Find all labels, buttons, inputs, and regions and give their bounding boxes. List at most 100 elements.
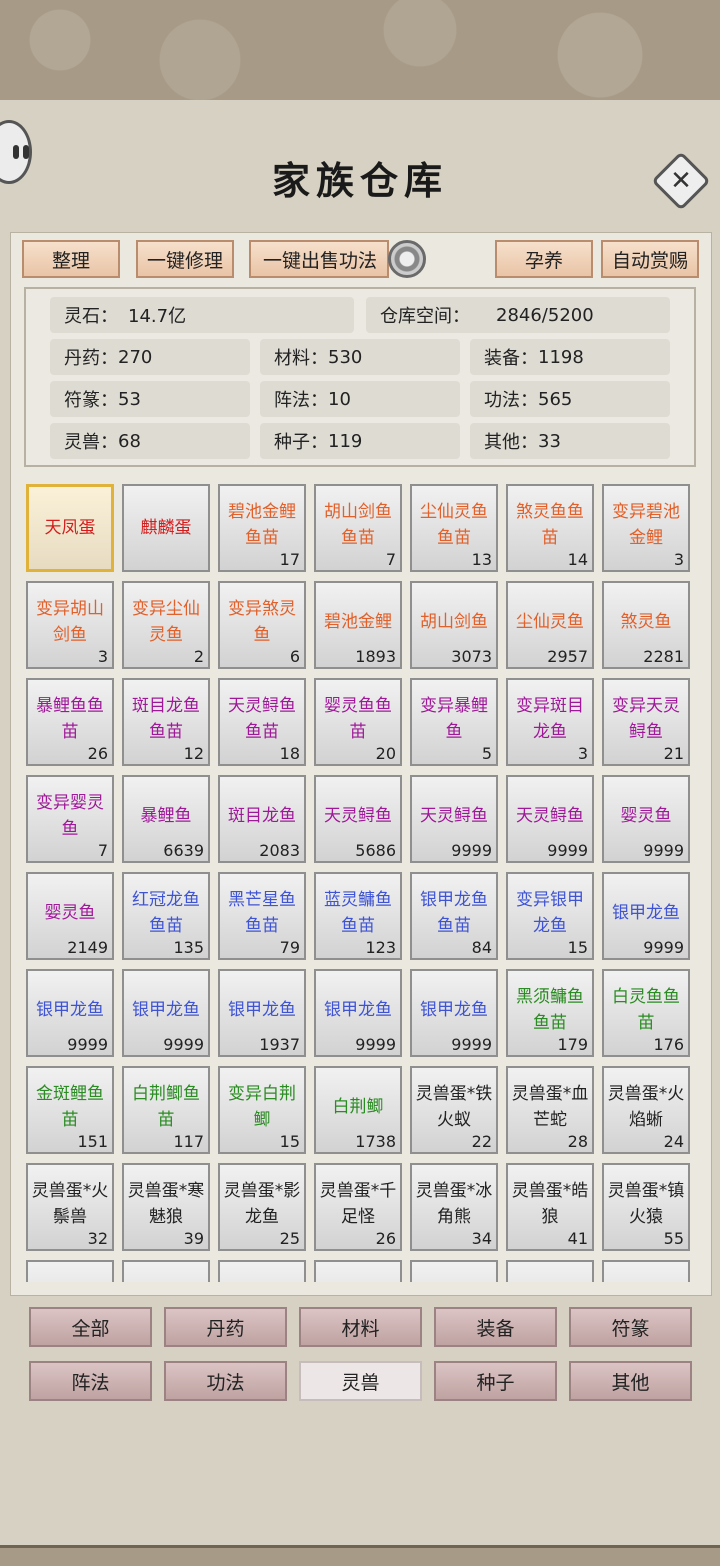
stat-label: 仓库空间： [380,306,470,327]
item-slot-partial[interactable] [26,1260,114,1282]
auto-reward-button[interactable]: 自动赏赐 [601,240,699,278]
item-slot[interactable]: 灵兽蛋*火焰蜥 24 [602,1066,690,1154]
item-slot-partial[interactable] [218,1260,306,1282]
item-slot[interactable]: 暴鲤鱼鱼苗 26 [26,678,114,766]
item-name: 尘仙灵鱼 [516,612,584,632]
item-slot[interactable]: 灵兽蛋*血芒蛇 28 [506,1066,594,1154]
repair-all-button[interactable]: 一键修理 [136,240,234,278]
item-slot[interactable]: 天灵鲟鱼 9999 [506,775,594,863]
item-grid: 天凤蛋 麒麟蛋 碧池金鲤鱼苗 17 胡山剑鱼鱼苗 7 尘仙灵鱼鱼苗 13 煞灵鱼鱼苗 14 变异碧池… [26,484,694,1282]
item-slot[interactable]: 碧池金鲤 1893 [314,581,402,669]
item-slot[interactable]: 尘仙灵鱼鱼苗 13 [410,484,498,572]
item-slot[interactable]: 斑目龙鱼鱼苗 12 [122,678,210,766]
tab-3[interactable]: 装备 [434,1307,557,1347]
item-slot[interactable]: 变异白荆鲫 15 [218,1066,306,1154]
tab-6[interactable]: 功法 [164,1361,287,1401]
item-slot[interactable]: 婴灵鱼 2149 [26,872,114,960]
item-name: 银甲龙鱼 [420,1000,488,1020]
item-slot[interactable]: 天灵鲟鱼 5686 [314,775,402,863]
item-count: 5686 [355,841,396,860]
item-slot[interactable]: 煞灵鱼 2281 [602,581,690,669]
item-count: 179 [557,1035,588,1054]
item-slot[interactable]: 灵兽蛋*影龙鱼 25 [218,1163,306,1251]
item-slot[interactable]: 银甲龙鱼 9999 [602,872,690,960]
item-slot[interactable]: 灵兽蛋*镇火猿 55 [602,1163,690,1251]
item-slot[interactable]: 胡山剑鱼鱼苗 7 [314,484,402,572]
item-slot[interactable]: 变异胡山剑鱼 3 [26,581,114,669]
tab-1[interactable]: 丹药 [164,1307,287,1347]
item-slot[interactable]: 暴鲤鱼 6639 [122,775,210,863]
item-slot-partial[interactable] [602,1260,690,1282]
item-slot[interactable]: 婴灵鱼 9999 [602,775,690,863]
item-slot[interactable]: 婴灵鱼鱼苗 20 [314,678,402,766]
item-slot[interactable]: 灵兽蛋*千足怪 26 [314,1163,402,1251]
tab-7[interactable]: 灵兽 [299,1361,422,1401]
item-slot[interactable]: 变异碧池金鲤 3 [602,484,690,572]
item-count: 9999 [163,1035,204,1054]
item-name: 白荆鲫鱼苗 [132,1084,200,1130]
item-slot[interactable]: 银甲龙鱼 9999 [314,969,402,1057]
item-slot[interactable]: 灵兽蛋*冰角熊 34 [410,1163,498,1251]
item-slot[interactable]: 胡山剑鱼 3073 [410,581,498,669]
close-button[interactable]: ✕ [651,151,711,211]
item-slot[interactable]: 灵兽蛋*铁火蚁 22 [410,1066,498,1154]
item-count: 79 [279,938,300,957]
item-slot[interactable]: 灵兽蛋*皓狼 41 [506,1163,594,1251]
item-name: 灵兽蛋*铁火蚁 [415,1084,493,1130]
tab-0[interactable]: 全部 [29,1307,152,1347]
stat-equipment: 装备： 1198 [470,339,670,375]
item-slot[interactable]: 变异婴灵鱼 7 [26,775,114,863]
item-slot[interactable]: 银甲龙鱼 9999 [410,969,498,1057]
item-slot[interactable]: 金斑鲤鱼苗 151 [26,1066,114,1154]
item-slot[interactable]: 黑芒星鱼鱼苗 79 [218,872,306,960]
item-slot[interactable]: 变异暴鲤鱼 5 [410,678,498,766]
tab-4[interactable]: 符篆 [569,1307,692,1347]
item-slot[interactable]: 变异银甲龙鱼 15 [506,872,594,960]
item-count: 41 [567,1229,588,1248]
tab-5[interactable]: 阵法 [29,1361,152,1401]
item-slot[interactable]: 变异斑目龙鱼 3 [506,678,594,766]
item-slot-partial[interactable] [122,1260,210,1282]
stat-spirit-stone: 灵石： 14.7亿 [50,297,354,333]
item-slot[interactable]: 红冠龙鱼鱼苗 135 [122,872,210,960]
item-name: 银甲龙鱼 [324,1000,392,1020]
tab-2[interactable]: 材料 [299,1307,422,1347]
item-slot-partial[interactable] [506,1260,594,1282]
stat-label: 阵法： [274,390,328,411]
item-name: 红冠龙鱼鱼苗 [132,890,200,936]
item-slot[interactable]: 碧池金鲤鱼苗 17 [218,484,306,572]
item-slot[interactable]: 灵兽蛋*火鬃兽 32 [26,1163,114,1251]
item-slot[interactable]: 银甲龙鱼 9999 [26,969,114,1057]
item-name: 煞灵鱼鱼苗 [516,502,584,548]
item-slot-partial[interactable] [410,1260,498,1282]
item-slot[interactable]: 白荆鲫鱼苗 117 [122,1066,210,1154]
item-name: 暴鲤鱼鱼苗 [36,696,104,742]
item-slot-partial[interactable] [314,1260,402,1282]
item-count: 9999 [643,841,684,860]
gear-icon[interactable] [388,240,426,278]
item-slot[interactable]: 银甲龙鱼 9999 [122,969,210,1057]
item-slot[interactable]: 白荆鲫 1738 [314,1066,402,1154]
item-slot[interactable]: 银甲龙鱼鱼苗 84 [410,872,498,960]
item-slot[interactable]: 斑目龙鱼 2083 [218,775,306,863]
item-slot[interactable]: 天凤蛋 [26,484,114,572]
item-slot[interactable]: 蓝灵鳙鱼鱼苗 123 [314,872,402,960]
item-slot[interactable]: 白灵鱼鱼苗 176 [602,969,690,1057]
item-slot[interactable]: 变异煞灵鱼 6 [218,581,306,669]
item-slot[interactable]: 黑须鳙鱼鱼苗 179 [506,969,594,1057]
item-slot[interactable]: 变异天灵鲟鱼 21 [602,678,690,766]
item-slot[interactable]: 天灵鲟鱼 9999 [410,775,498,863]
sell-skills-button[interactable]: 一键出售功法 [249,240,389,278]
item-slot[interactable]: 尘仙灵鱼 2957 [506,581,594,669]
tab-8[interactable]: 种子 [434,1361,557,1401]
item-slot[interactable]: 银甲龙鱼 1937 [218,969,306,1057]
item-slot[interactable]: 变异尘仙灵鱼 2 [122,581,210,669]
item-count: 24 [663,1132,684,1151]
tab-9[interactable]: 其他 [569,1361,692,1401]
item-slot[interactable]: 天灵鲟鱼鱼苗 18 [218,678,306,766]
item-slot[interactable]: 灵兽蛋*寒魅狼 39 [122,1163,210,1251]
item-slot[interactable]: 煞灵鱼鱼苗 14 [506,484,594,572]
item-slot[interactable]: 麒麟蛋 [122,484,210,572]
breed-button[interactable]: 孕养 [495,240,593,278]
sort-button[interactable]: 整理 [22,240,120,278]
